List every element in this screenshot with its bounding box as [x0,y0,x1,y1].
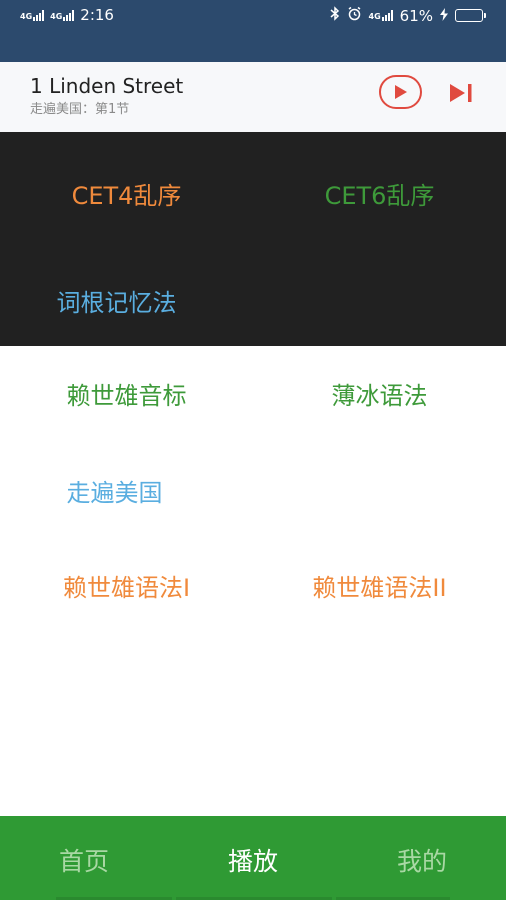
charging-icon [440,7,448,25]
signal-icon: 4G [20,9,45,21]
play-button[interactable] [379,75,422,109]
featured-course-grid: CET4乱序 CET6乱序 词根记忆法 [0,132,506,346]
battery-percent: 61% [399,6,433,25]
battery-icon [455,9,486,22]
tab-play[interactable]: 播放 [169,842,337,878]
status-bar-left: 4G 4G 2:16 [20,6,114,24]
signal-icon: 4G [369,10,393,21]
alarm-icon [347,6,362,25]
course-item-bo-bing-grammar[interactable]: 薄冰语法 [253,376,506,411]
tab-mine[interactable]: 我的 [338,842,506,878]
course-grid: 赖世雄音标 薄冰语法 走遍美国 赖世雄语法I 赖世雄语法II [0,346,506,816]
course-item-lai-phonetics[interactable]: 赖世雄音标 [0,376,253,411]
course-item-family-album-usa[interactable]: 走遍美国 [0,473,241,508]
status-bar: 4G 4G 2:16 4G 61% [0,0,506,62]
now-playing-bar[interactable]: 1 Linden Street 走遍美国：第1节 [0,62,506,132]
play-icon [394,85,407,99]
course-item-cet4[interactable]: CET4乱序 [0,176,253,211]
clock: 2:16 [80,6,114,24]
status-bar-right: 4G 61% [330,6,486,25]
bottom-tab-bar: 首页 播放 我的 [0,816,506,900]
course-item-lai-grammar-2[interactable]: 赖世雄语法II [253,568,506,603]
course-item-lai-grammar-1[interactable]: 赖世雄语法I [0,568,253,603]
bluetooth-icon [330,6,340,25]
track-subtitle: 走遍美国：第1节 [30,102,130,117]
next-track-button[interactable] [449,83,473,103]
tab-home[interactable]: 首页 [0,842,168,878]
track-title: 1 Linden Street [30,74,184,98]
signal-icon: 4G [50,9,75,21]
course-item-word-roots[interactable]: 词根记忆法 [0,283,243,318]
course-item-cet6[interactable]: CET6乱序 [253,176,506,211]
skip-next-icon [450,84,472,102]
